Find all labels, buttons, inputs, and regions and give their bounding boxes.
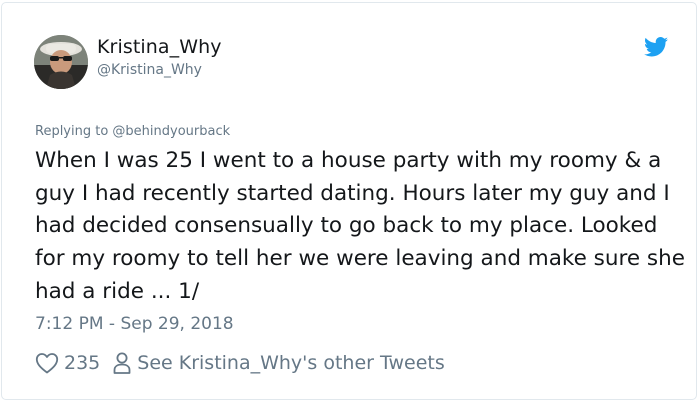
person-icon <box>113 352 131 374</box>
tweet-timestamp[interactable]: 7:12 PM - Sep 29, 2018 <box>35 314 234 334</box>
tweet-card: Kristina_Why @Kristina_Why Replying to @… <box>1 2 697 400</box>
heart-icon <box>35 353 59 374</box>
avatar-photo <box>34 35 88 89</box>
avatar[interactable] <box>34 35 88 89</box>
other-tweets-label: See Kristina_Why's other Tweets <box>137 352 445 374</box>
tweet-text: When I was 25 I went to a house party wi… <box>35 148 685 304</box>
like-button[interactable]: 235 <box>35 352 100 374</box>
see-other-tweets-link[interactable]: See Kristina_Why's other Tweets <box>100 351 445 375</box>
display-name[interactable]: Kristina_Why <box>97 36 222 58</box>
tweet-actions: 235 See Kristina_Why's other Tweets <box>35 348 445 378</box>
replying-to[interactable]: Replying to @behindyourback <box>35 124 230 139</box>
user-handle[interactable]: @Kristina_Why <box>97 62 202 78</box>
like-count: 235 <box>64 352 101 374</box>
twitter-bird-icon[interactable] <box>644 37 668 57</box>
